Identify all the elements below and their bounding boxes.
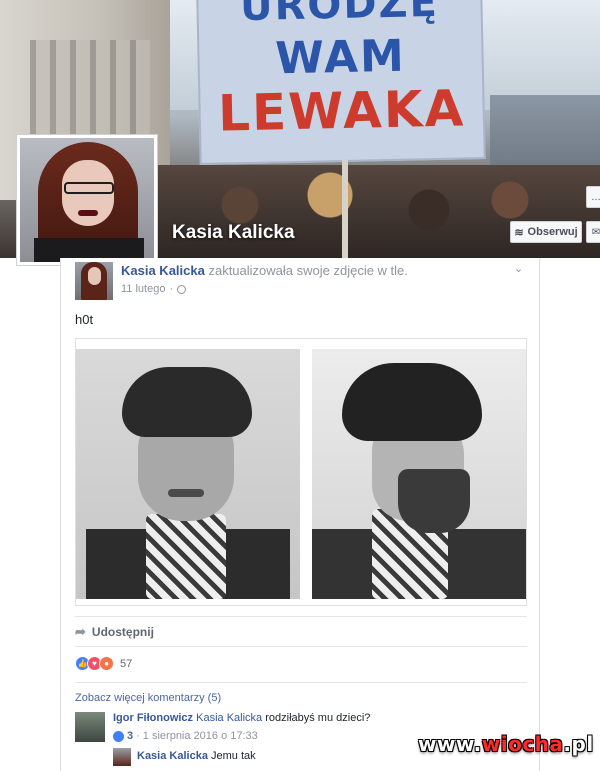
comment-author-avatar[interactable] (75, 712, 105, 742)
follow-button[interactable]: ≋ Obserwuj (510, 221, 582, 243)
sign-line-3: LEWAKA (217, 79, 466, 143)
post-author-name[interactable]: Kasia Kalicka (121, 263, 205, 278)
reaction-count: 57 (120, 657, 133, 670)
post-date[interactable]: 11 lutego (121, 283, 165, 295)
post-meta: 11 lutego · (121, 283, 187, 295)
comment-timestamp[interactable]: 1 sierpnia 2016 o 17:33 (143, 730, 258, 742)
glasses-shape (64, 182, 114, 194)
share-label: Udostępnij (91, 625, 154, 639)
sign-line-2: WAM (274, 30, 407, 85)
like-reaction-icon (113, 730, 124, 742)
post-author-avatar[interactable] (75, 262, 113, 300)
ellipsis-icon: … (591, 191, 600, 203)
view-more-comments-link[interactable]: Zobacz więcej komentarzy (5) (75, 692, 221, 704)
comment-mention[interactable]: Kasia Kalicka (196, 712, 262, 724)
reply-author-avatar[interactable] (113, 748, 131, 766)
protest-sign: URODZĘ WAM LEWAKA (196, 0, 486, 165)
share-arrow-icon: ➦ (75, 624, 86, 639)
more-options-button[interactable]: … (586, 186, 600, 208)
angry-reaction-icon: ● (99, 656, 114, 671)
reactions-summary[interactable]: 👍 ♥ ● 57 (75, 656, 132, 671)
site-watermark: www.wiocha.pl (418, 732, 594, 756)
comment-author[interactable]: Igor Fiłonowicz (113, 712, 193, 724)
message-button[interactable]: ✉ (586, 221, 600, 243)
rss-icon: ≋ (514, 226, 524, 239)
reply-author[interactable]: Kasia Kalicka (137, 750, 208, 762)
post-action-text: zaktualizowała swoje zdjęcie w tle. (208, 263, 408, 278)
globe-icon[interactable] (177, 284, 187, 294)
comment-body: Igor Fiłonowicz Kasia Kalicka rodziłabyś… (113, 712, 370, 724)
message-icon: ✉ (591, 226, 600, 238)
comment-text: rodziłabyś mu dzieci? (265, 712, 371, 724)
follow-button-label: Obserwuj (527, 226, 578, 238)
reply-text: Jemu tak (211, 750, 256, 762)
comment-meta: 3 · 1 sierpnia 2016 o 17:33 (113, 730, 258, 742)
profile-name[interactable]: Kasia Kalicka (172, 222, 295, 244)
post-header: Kasia Kalicka zaktualizowała swoje zdjęc… (121, 263, 408, 278)
post-photo-frame (75, 338, 527, 606)
post-body-text: h0t (75, 312, 94, 327)
cover-crowd (150, 165, 600, 258)
comment-like-count[interactable]: 3 (127, 730, 133, 742)
feed-post: Kasia Kalicka zaktualizowała swoje zdjęc… (60, 258, 540, 771)
divider (75, 682, 527, 683)
post-photo-left[interactable] (76, 349, 300, 599)
profile-picture[interactable] (16, 134, 158, 266)
reply-body: Kasia Kalicka Jemu tak (137, 750, 256, 762)
sign-line-1: URODZĘ (239, 0, 440, 31)
chevron-down-icon[interactable]: ⌄ (514, 262, 523, 275)
divider (75, 646, 527, 647)
divider (75, 616, 527, 617)
post-photo-right[interactable] (312, 349, 526, 599)
share-button[interactable]: ➦ Udostępnij (75, 624, 154, 640)
sign-pole (342, 160, 348, 258)
